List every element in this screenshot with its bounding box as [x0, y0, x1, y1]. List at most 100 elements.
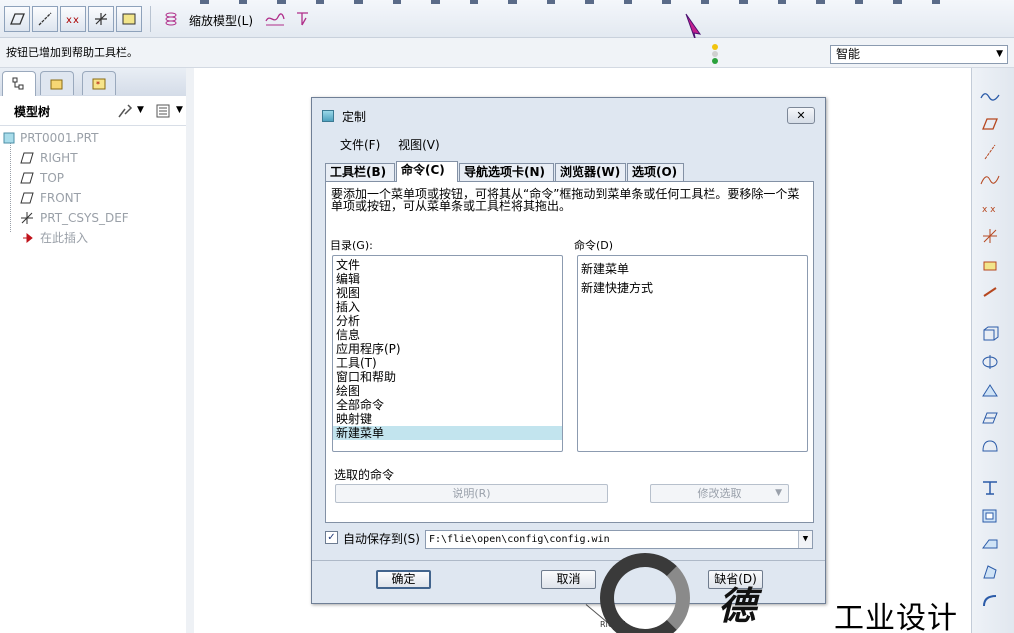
- tab-toolbars[interactable]: 工具栏(B): [325, 163, 395, 181]
- watermark-text: 工业设计: [834, 601, 958, 633]
- datum-csys-icon[interactable]: [978, 226, 1002, 246]
- tree-item-part[interactable]: PRT0001.PRT: [0, 128, 186, 148]
- help-pointer-icon[interactable]: [290, 6, 316, 32]
- list-item[interactable]: 绘图: [333, 384, 562, 398]
- list-item[interactable]: 分析: [333, 314, 562, 328]
- chevron-down-icon: ▼: [996, 49, 1003, 59]
- chevron-down-icon[interactable]: ▼: [137, 105, 144, 115]
- csys-icon: [21, 212, 33, 224]
- autosave-path-value: F:\flie\open\config\config.win: [429, 534, 610, 545]
- status-message: 按钮已增加到帮助工具栏。: [6, 46, 138, 59]
- cancel-button[interactable]: 取消: [541, 570, 596, 589]
- tab-favorites[interactable]: *: [82, 71, 116, 95]
- tab-commands[interactable]: 命令(C): [396, 161, 458, 182]
- settings-tools-icon[interactable]: [116, 102, 134, 120]
- list-item-selected[interactable]: 新建菜单: [333, 426, 562, 440]
- list-item[interactable]: 视图: [333, 286, 562, 300]
- datum-plane-icon: [20, 172, 34, 184]
- sweep-icon[interactable]: [978, 380, 1002, 400]
- close-button[interactable]: ✕: [787, 107, 815, 124]
- show-options-icon[interactable]: [154, 102, 172, 120]
- list-item[interactable]: 文件: [333, 258, 562, 272]
- datum-curve-icon[interactable]: [978, 170, 1002, 190]
- rib-icon[interactable]: [978, 534, 1002, 554]
- autosave-path-combobox[interactable]: F:\flie\open\config\config.win ▼: [425, 530, 813, 549]
- close-icon: ✕: [796, 109, 806, 122]
- list-item[interactable]: 插入: [333, 300, 562, 314]
- ok-button[interactable]: 确定: [376, 570, 431, 589]
- selection-filter-dropdown[interactable]: 智能 ▼: [830, 45, 1008, 64]
- modify-selection-dropdown[interactable]: 修改选取 ▼: [650, 484, 789, 503]
- commands-label: 命令(D): [574, 239, 614, 252]
- chevron-down-icon[interactable]: ▼: [176, 105, 183, 115]
- boundary-icon[interactable]: [978, 436, 1002, 456]
- instructions-text: 要添加一个菜单项或按钮，可将其从“命令”框拖动到菜单条或任何工具栏。要移除一个菜…: [331, 187, 800, 213]
- navigator-tabs: *: [0, 68, 193, 96]
- revolve-icon[interactable]: [978, 352, 1002, 372]
- blend-icon[interactable]: [978, 408, 1002, 428]
- tab-browser[interactable]: 浏览器(W): [555, 163, 626, 181]
- tab-model-tree[interactable]: [2, 71, 36, 96]
- draft-icon[interactable]: [978, 562, 1002, 582]
- axis-tool-icon[interactable]: [32, 6, 58, 32]
- hole-icon[interactable]: [978, 478, 1002, 498]
- round-icon[interactable]: [978, 590, 1002, 610]
- point-tool-icon[interactable]: xx: [60, 6, 86, 32]
- regen-status-icon: [710, 44, 720, 64]
- tab-navigation[interactable]: 导航选项卡(N): [459, 163, 554, 181]
- toolbar-top-strip: [200, 0, 940, 4]
- menu-file[interactable]: 文件(F): [340, 138, 380, 152]
- list-item[interactable]: 工具(T): [333, 356, 562, 370]
- list-item[interactable]: 窗口和帮助: [333, 370, 562, 384]
- list-item[interactable]: 新建菜单: [578, 260, 807, 279]
- panel-splitter[interactable]: [186, 68, 194, 633]
- list-item[interactable]: 全部命令: [333, 398, 562, 412]
- list-item[interactable]: 应用程序(P): [333, 342, 562, 356]
- category-label: 目录(G):: [330, 239, 373, 252]
- watermark-logo-icon: [600, 553, 690, 633]
- datum-axis-icon[interactable]: [978, 142, 1002, 162]
- plane-tool-icon[interactable]: [4, 6, 30, 32]
- tree-item-front[interactable]: FRONT: [0, 188, 186, 208]
- tree-item-csys[interactable]: PRT_CSYS_DEF: [0, 208, 186, 228]
- tab-folder-browser[interactable]: [40, 71, 74, 95]
- svg-text:*: *: [96, 80, 100, 89]
- list-item[interactable]: 映射键: [333, 412, 562, 426]
- datum-plane-icon[interactable]: [978, 114, 1002, 134]
- datum-point-icon[interactable]: x x: [978, 198, 1002, 218]
- navigator-panel: * 模型树 ▼ ▼ PRT0001.PRT RIGHT TOP FRONT PR…: [0, 68, 194, 633]
- list-item[interactable]: 编辑: [333, 272, 562, 286]
- dialog-menubar: 文件(F) 视图(V): [340, 136, 454, 153]
- main-toolbar: xx 缩放模型(L): [0, 0, 1014, 43]
- shell-icon[interactable]: [978, 506, 1002, 526]
- menu-view[interactable]: 视图(V): [398, 138, 440, 152]
- chain-icon[interactable]: [978, 282, 1002, 302]
- sketch-icon[interactable]: [978, 86, 1002, 106]
- chevron-down-icon[interactable]: ▼: [798, 531, 812, 548]
- tree-item-top[interactable]: TOP: [0, 168, 186, 188]
- svg-text:x x: x x: [982, 205, 996, 215]
- list-item[interactable]: 信息: [333, 328, 562, 342]
- extrude-icon[interactable]: [978, 324, 1002, 344]
- list-item[interactable]: 新建快捷方式: [578, 279, 807, 298]
- svg-text:x: x: [73, 15, 79, 26]
- autosave-checkbox[interactable]: ✓: [325, 531, 338, 544]
- tree-item-right[interactable]: RIGHT: [0, 148, 186, 168]
- analysis-tool-icon[interactable]: [116, 6, 142, 32]
- model-tree: PRT0001.PRT RIGHT TOP FRONT PRT_CSYS_DEF…: [0, 128, 186, 633]
- explain-button[interactable]: 说明(R): [335, 484, 608, 503]
- tab-options[interactable]: 选项(O): [627, 163, 684, 181]
- tree-item-insert-here[interactable]: 在此插入: [0, 228, 186, 248]
- scale-model-button[interactable]: 缩放模型(L): [189, 12, 253, 29]
- scale-model-icon[interactable]: [158, 6, 184, 32]
- selection-filter-value: 智能: [836, 47, 861, 61]
- selected-command-label: 选取的命令: [334, 468, 395, 482]
- commands-list[interactable]: 新建菜单 新建快捷方式: [577, 255, 808, 452]
- dialog-titlebar[interactable]: 定制 ✕: [312, 98, 825, 132]
- csys-tool-icon[interactable]: [88, 6, 114, 32]
- analysis-icon[interactable]: [978, 254, 1002, 274]
- curve-icon[interactable]: [262, 6, 288, 32]
- category-list[interactable]: 文件 编辑 视图 插入 分析 信息 应用程序(P) 工具(T) 窗口和帮助 绘图…: [332, 255, 563, 452]
- watermark-brand: 德: [718, 583, 756, 628]
- datum-plane-icon: [20, 192, 34, 204]
